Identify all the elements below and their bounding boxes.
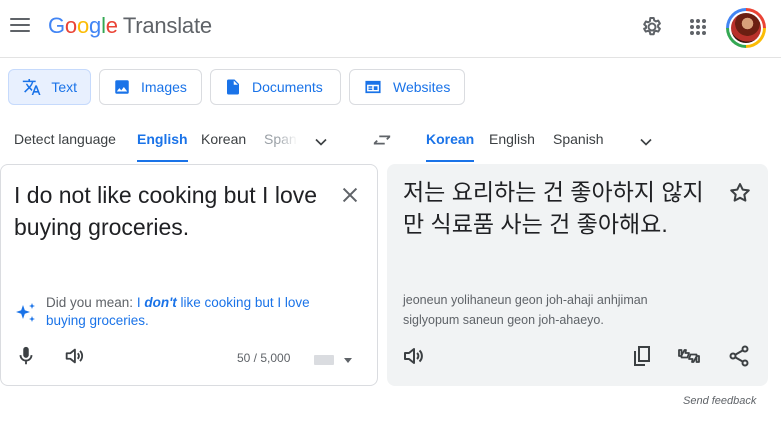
rate-translation-icon[interactable] (677, 344, 701, 368)
source-text-input[interactable]: I do not like cooking but I love buying … (14, 179, 319, 243)
target-language-bar: Korean English Spanish (390, 122, 781, 162)
suggestion-emphasis: don't (144, 295, 177, 310)
did-you-mean: Did you mean: I don't like cooking but I… (46, 294, 346, 330)
tab-text[interactable]: Text (8, 69, 91, 105)
avatar[interactable] (726, 8, 766, 48)
chevron-down-icon[interactable] (636, 132, 656, 152)
star-icon[interactable] (728, 181, 752, 205)
tab-documents[interactable]: Documents (210, 69, 341, 105)
logo-letter: G (48, 13, 65, 38)
product-name: Translate (122, 13, 212, 38)
gear-icon[interactable] (640, 15, 664, 39)
send-feedback-link[interactable]: Send feedback (683, 395, 756, 407)
copy-icon[interactable] (630, 344, 654, 368)
source-lang-korean[interactable]: Korean (201, 122, 246, 162)
logo-letter: o (76, 13, 90, 38)
translation-panel: 저는 요리하는 건 좋아하지 않지만 식료품 사는 건 좋아해요. jeoneu… (387, 164, 768, 386)
source-lang-english[interactable]: English (137, 122, 188, 162)
source-language-bar: Detect language English Korean Span (0, 122, 370, 162)
target-lang-korean[interactable]: Korean (426, 122, 475, 162)
keyboard-icon[interactable] (314, 354, 352, 366)
tab-websites[interactable]: Websites (349, 69, 465, 105)
logo-letter: e (105, 13, 118, 38)
tab-documents-label: Documents (252, 79, 323, 95)
translation-output: 저는 요리하는 건 좋아하지 않지만 식료품 사는 건 좋아해요. (403, 179, 704, 237)
tab-websites-label: Websites (393, 79, 451, 95)
source-lang-detect[interactable]: Detect language (14, 122, 116, 162)
source-panel: I do not like cooking but I love buying … (0, 164, 378, 386)
website-icon (365, 80, 381, 94)
document-icon (227, 79, 239, 95)
target-lang-english[interactable]: English (489, 122, 535, 162)
google-translate-logo[interactable]: Google Translate (48, 13, 212, 39)
share-icon[interactable] (727, 344, 751, 368)
menu-icon[interactable] (10, 18, 30, 34)
target-lang-spanish[interactable]: Spanish (553, 122, 604, 162)
character-count: 50 / 5,000 (237, 351, 291, 365)
speaker-icon[interactable] (63, 345, 85, 367)
image-icon (115, 80, 129, 94)
did-you-mean-label: Did you mean: (46, 295, 134, 310)
romanization-text: jeoneun yolihaneun geon joh-ahaji anhjim… (403, 293, 648, 327)
speaker-icon[interactable] (401, 344, 425, 368)
tab-images[interactable]: Images (99, 69, 202, 105)
source-lang-spanish[interactable]: Span (264, 122, 298, 162)
sparkle-icon (16, 303, 35, 322)
apps-grid-icon[interactable] (686, 15, 710, 39)
close-icon[interactable] (339, 184, 361, 206)
app-header: Google Translate (0, 0, 781, 58)
translate-icon (22, 78, 41, 96)
chevron-down-icon[interactable] (311, 132, 331, 152)
tab-text-label: Text (51, 79, 77, 95)
tab-images-label: Images (141, 79, 187, 95)
logo-letter: o (64, 13, 77, 38)
microphone-icon[interactable] (15, 345, 37, 367)
logo-letter: g (89, 13, 102, 38)
